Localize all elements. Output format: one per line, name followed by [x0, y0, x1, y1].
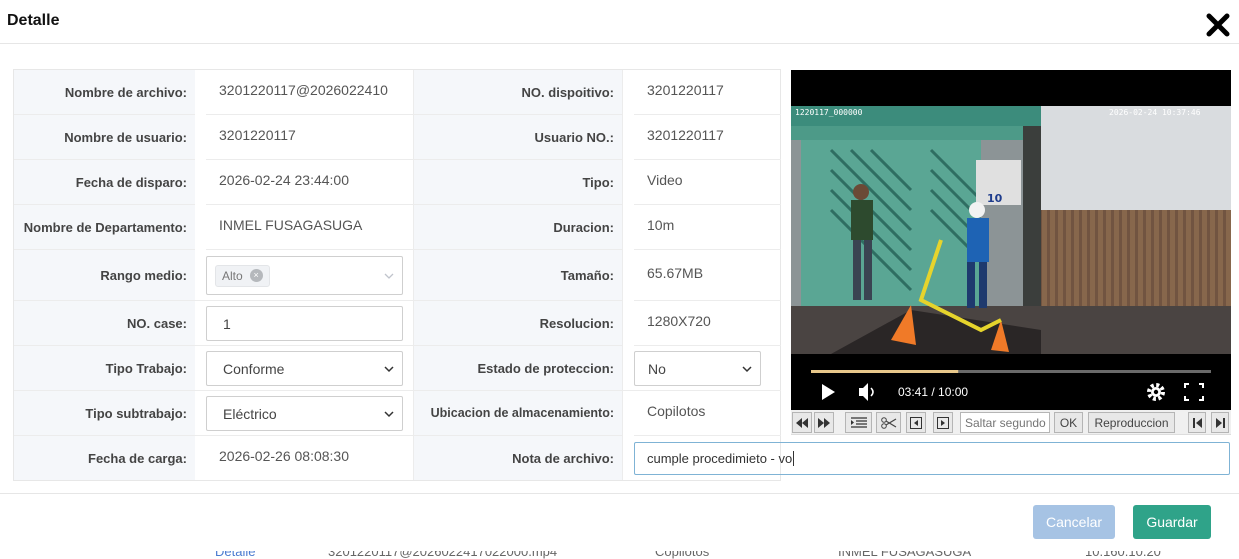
case-label: NO. case:	[14, 301, 195, 346]
fullscreen-icon[interactable]	[1184, 383, 1204, 401]
size-label: Tamaño:	[414, 250, 622, 301]
storage-label: Ubicacion de almacenamiento:	[414, 391, 622, 436]
note-input[interactable]: cumple procedimieto - vo	[634, 442, 1230, 475]
department-value: INMEL FUSAGASUGA	[206, 205, 413, 250]
user-name-label: Nombre de usuario:	[14, 115, 195, 160]
type-value: Video	[634, 160, 781, 205]
note-label: Nota de archivo:	[414, 436, 622, 480]
subwork-value: Eléctrico	[223, 405, 277, 422]
video-progress-fill	[811, 370, 959, 373]
resolution-value: 1280X720	[634, 301, 781, 346]
size-value: 65.67MB	[634, 250, 781, 301]
ok-button[interactable]: OK	[1054, 412, 1083, 433]
video-frame: 10 1220117_000000 2026-02-24 10:37:46 03…	[791, 106, 1231, 401]
dialog-header: Detalle	[0, 0, 1239, 44]
user-no-value: 3201220117	[634, 115, 781, 160]
work-type-value: Conforme	[223, 360, 285, 377]
video-player[interactable]: 10 1220117_000000 2026-02-24 10:37:46 03…	[791, 70, 1231, 410]
upload-date-value: 2026-02-26 08:08:30	[219, 448, 349, 464]
video-time: 03:41 / 10:00	[898, 385, 968, 399]
work-type-select[interactable]: Conforme	[206, 351, 403, 386]
seek-seconds-input[interactable]	[960, 412, 1050, 433]
settings-gear-icon[interactable]	[1147, 383, 1165, 401]
device-no-label: NO. dispoitivo:	[414, 70, 622, 115]
cancel-button[interactable]: Cancelar	[1033, 505, 1115, 539]
scissors-icon[interactable]	[876, 412, 901, 433]
detail-form: Nombre de archivo: 3201220117@2026022410…	[13, 69, 781, 481]
note-text: cumple procedimieto - vo	[647, 451, 793, 466]
dialog-footer: Cancelar Guardar	[0, 493, 1239, 551]
range-select[interactable]: Alto ×	[206, 256, 403, 295]
tag-remove-icon[interactable]: ×	[249, 269, 263, 282]
video-overlay-left: 1220117_000000	[795, 108, 863, 117]
subwork-select[interactable]: Eléctrico	[206, 396, 403, 431]
volume-icon[interactable]	[859, 383, 874, 401]
play-icon[interactable]	[822, 384, 835, 400]
department-label: Nombre de Departamento:	[14, 205, 195, 250]
close-icon[interactable]	[1205, 12, 1231, 38]
player-toolbar: OK Reproduccion	[791, 410, 1231, 435]
subwork-label: Tipo subtrabajo:	[14, 391, 195, 436]
detail-dialog: Detalle Nombre de archivo: 3201220117@20…	[0, 0, 1239, 551]
user-name-value: 3201220117	[206, 115, 413, 160]
user-no-label: Usuario NO.:	[414, 115, 622, 160]
chevron-down-icon	[384, 410, 394, 417]
work-type-label: Tipo Trabajo:	[14, 346, 195, 391]
save-button[interactable]: Guardar	[1133, 505, 1211, 539]
range-tag: Alto ×	[215, 264, 270, 287]
playback-button[interactable]: Reproduccion	[1088, 412, 1175, 433]
chevron-down-icon	[384, 273, 394, 279]
storage-value: Copilotos	[634, 391, 781, 436]
dialog-title: Detalle	[7, 12, 60, 29]
trigger-date-value: 2026-02-24 23:44:00	[206, 160, 413, 205]
skip-start-icon[interactable]	[1188, 412, 1206, 433]
device-no-value: 3201220117	[634, 70, 781, 115]
type-label: Tipo:	[414, 160, 622, 205]
upload-date-label: Fecha de carga:	[14, 436, 195, 480]
skip-end-icon[interactable]	[1211, 412, 1229, 433]
trigger-date-label: Fecha de disparo:	[14, 160, 195, 205]
protection-select[interactable]: No	[634, 351, 761, 386]
sign-number: 10	[987, 192, 1003, 205]
chevron-down-icon	[742, 365, 752, 372]
protection-label: Estado de proteccion:	[414, 346, 622, 391]
list-icon[interactable]	[845, 412, 872, 433]
chevron-down-icon	[384, 365, 394, 372]
frame-back-icon[interactable]	[906, 412, 926, 433]
video-overlay-right: 2026-02-24 10:37:46	[1109, 108, 1201, 117]
frame-forward-icon[interactable]	[933, 412, 953, 433]
protection-value: No	[648, 360, 666, 377]
fast-forward-icon[interactable]	[814, 412, 834, 433]
duration-label: Duracion:	[414, 205, 622, 250]
rewind-icon[interactable]	[792, 412, 812, 433]
range-label: Rango medio:	[14, 250, 195, 301]
duration-value: 10m	[634, 205, 781, 250]
file-name-value: 3201220117@2026022410	[206, 70, 413, 115]
resolution-label: Resolucion:	[414, 301, 622, 346]
range-tag-label: Alto	[222, 268, 243, 283]
case-input[interactable]: 1	[206, 306, 403, 341]
file-name-label: Nombre de archivo:	[14, 70, 195, 115]
